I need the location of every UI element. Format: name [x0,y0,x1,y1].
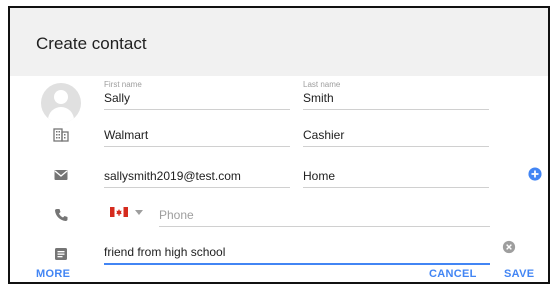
canada-flag-icon[interactable] [110,207,128,217]
notes-icon [53,246,69,262]
last-name-value: Smith [303,91,334,105]
building-icon [53,126,69,142]
first-name-field[interactable]: First name Sally [104,80,290,110]
company-value: Walmart [104,128,149,142]
clear-circle-icon[interactable] [502,240,516,254]
add-email-icon[interactable] [528,167,542,181]
more-button[interactable]: MORE [36,268,70,280]
job-title-field[interactable]: Cashier [303,121,489,147]
last-name-field[interactable]: Last name Smith [303,80,489,110]
job-title-value: Cashier [303,128,345,142]
email-field[interactable]: sallysmith2019@test.com [104,162,290,188]
first-name-label: First name [104,80,142,89]
save-button[interactable]: SAVE [504,268,534,280]
create-contact-dialog: Create contact First name Sally Last nam… [8,6,550,284]
email-icon [53,167,69,183]
email-value: sallysmith2019@test.com [104,169,241,183]
avatar-head [54,90,68,104]
avatar-body [48,107,74,123]
cancel-button[interactable]: CANCEL [429,268,477,280]
email-type-field[interactable]: Home [303,162,489,188]
notes-field[interactable]: friend from high school [104,239,490,265]
company-field[interactable]: Walmart [104,121,290,147]
dialog-header: Create contact [10,8,548,76]
phone-placeholder: Phone [159,208,194,222]
last-name-label: Last name [303,80,341,89]
phone-icon [53,207,69,223]
chevron-down-icon[interactable] [135,210,143,215]
notes-value: friend from high school [104,245,226,259]
contact-avatar[interactable] [41,83,81,123]
first-name-value: Sally [104,91,131,105]
email-type-value: Home [303,169,336,183]
phone-field[interactable]: Phone [159,201,490,227]
dialog-title: Create contact [36,34,147,53]
